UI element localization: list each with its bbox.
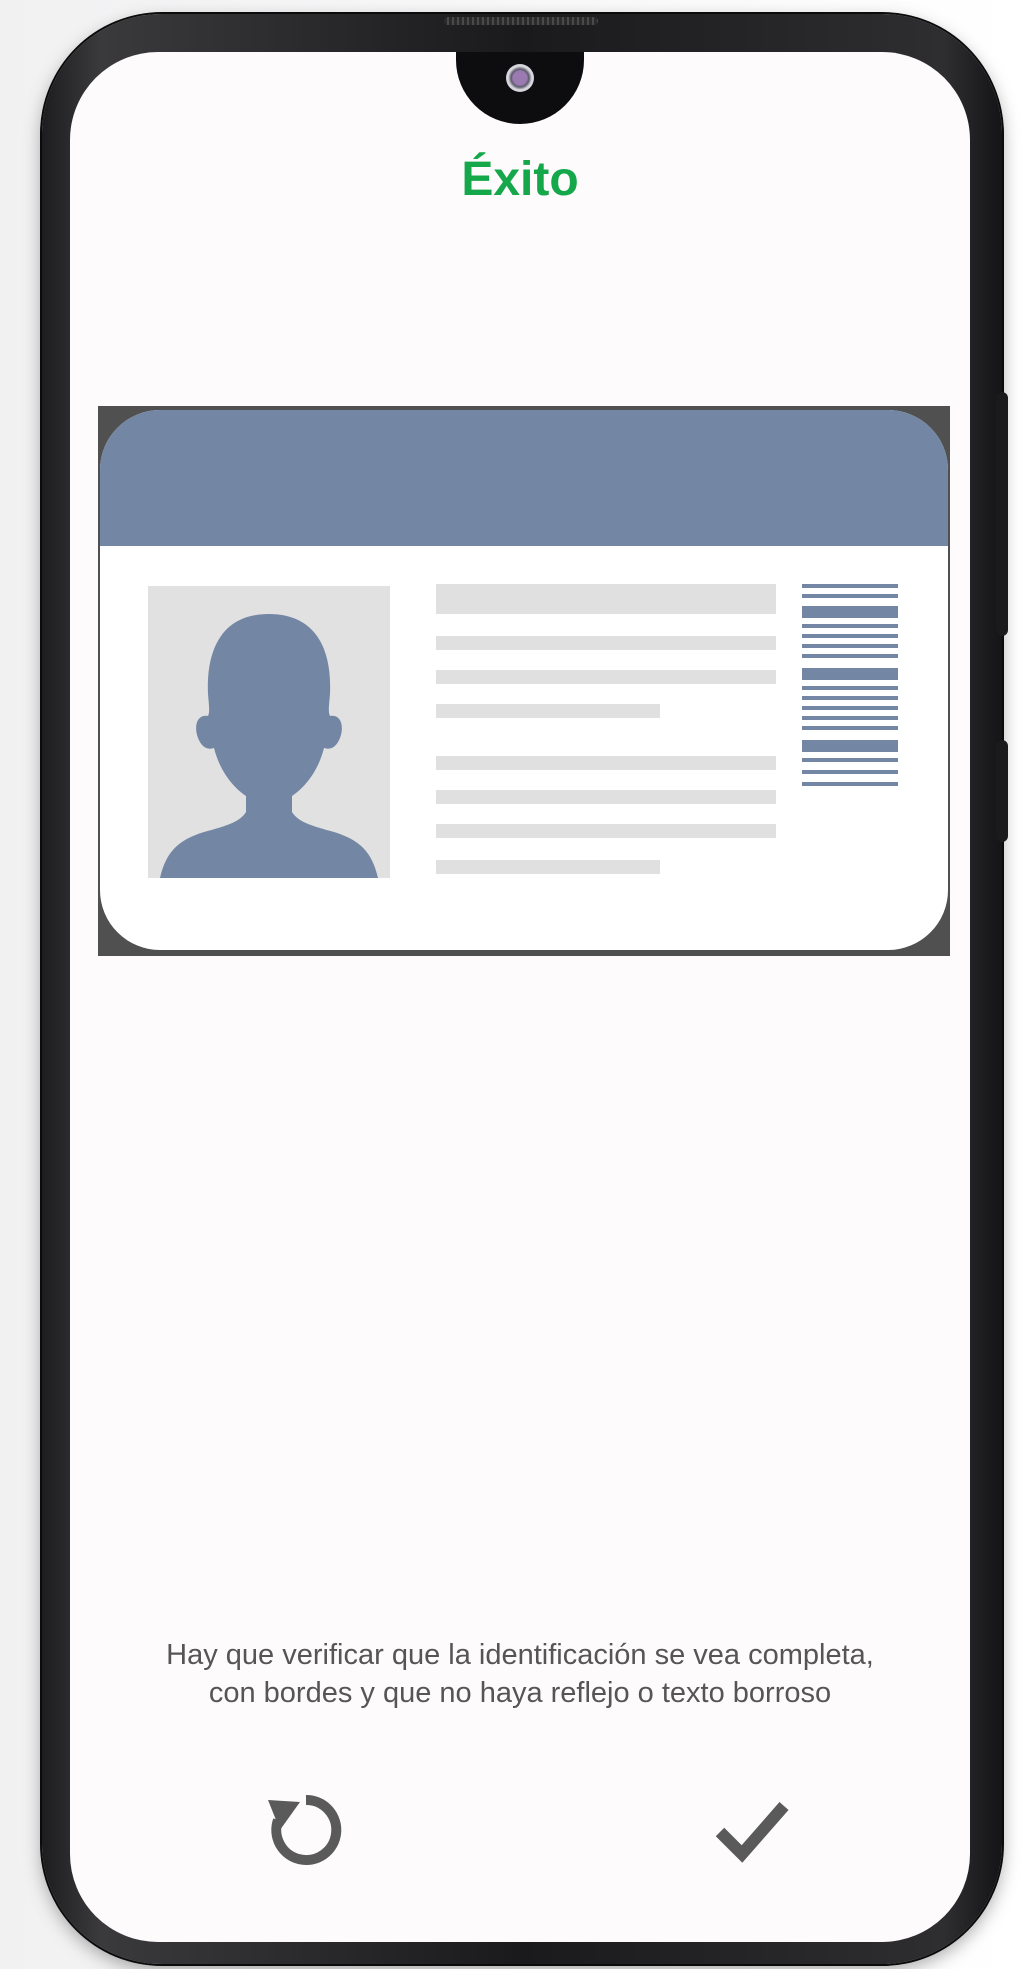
instruction-text: Hay que verificar que la identificación … — [70, 1636, 970, 1712]
id-capture-preview — [98, 406, 950, 956]
id-text-line — [436, 704, 660, 718]
volume-button — [996, 392, 1008, 636]
instruction-line: con bordes y que no haya reflejo o texto… — [208, 1677, 832, 1709]
person-silhouette-icon — [148, 586, 390, 878]
id-text-line — [436, 860, 660, 874]
barcode-icon — [802, 584, 898, 790]
id-card-image — [100, 410, 948, 950]
camera-notch — [456, 52, 584, 124]
id-text-line — [436, 636, 776, 650]
app-stage: Éxito Hay que verificar que la identific… — [0, 0, 1022, 1969]
front-camera-icon — [506, 64, 534, 92]
id-card-header-band — [100, 410, 948, 546]
checkmark-icon — [715, 1802, 789, 1863]
id-text-line — [436, 584, 776, 614]
retry-icon — [268, 1794, 342, 1865]
earpiece-speaker — [444, 17, 598, 25]
page-title: Éxito — [461, 153, 579, 206]
id-text-line — [436, 824, 776, 838]
id-text-line — [436, 790, 776, 804]
id-text-line — [436, 670, 776, 684]
retry-button[interactable] — [246, 1770, 366, 1890]
id-text-line — [436, 756, 776, 770]
confirm-button[interactable] — [692, 1770, 812, 1890]
power-button — [996, 740, 1008, 842]
phone-screen: Éxito Hay que verificar que la identific… — [70, 52, 970, 1942]
instruction-line: Hay que verificar que la identificación … — [166, 1639, 874, 1671]
